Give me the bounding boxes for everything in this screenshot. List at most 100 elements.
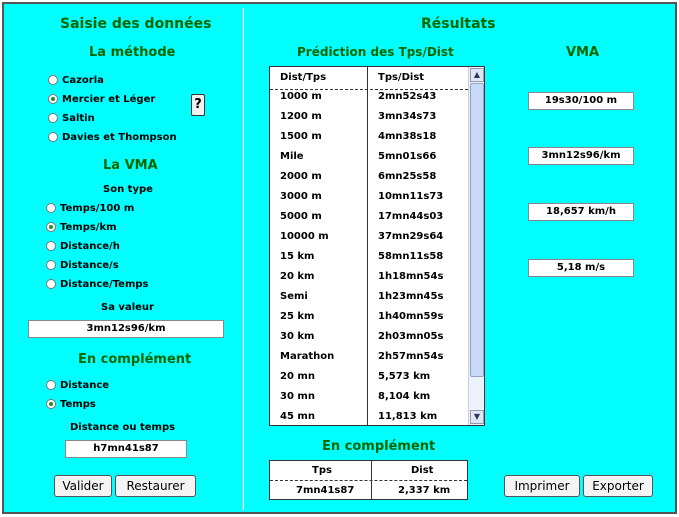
radio-icon[interactable] <box>48 75 58 85</box>
radio-label: Temps <box>60 398 96 410</box>
table-cell-tps: 1h18mn54s <box>378 271 444 282</box>
radio-label: Mercier et Léger <box>62 93 156 105</box>
radio-label: Temps/km <box>60 221 117 233</box>
comp-value-dist: 2,337 km <box>398 485 451 496</box>
table-cell-dist: 5000 m <box>280 211 322 222</box>
radio-complement-temps[interactable]: Temps <box>46 396 96 412</box>
radio-label: Temps/100 m <box>60 202 135 214</box>
radio-icon[interactable] <box>46 380 56 390</box>
row-separator <box>270 480 467 481</box>
radio-type-temps-km[interactable]: Temps/km <box>46 219 117 235</box>
vma-results-title: VMA <box>566 45 600 60</box>
table-cell-dist: Semi <box>280 291 308 302</box>
vma-result-m-s: 5,18 m/s <box>528 259 634 277</box>
table-cell-dist: 10000 m <box>280 231 329 242</box>
radio-icon[interactable] <box>46 241 56 251</box>
table-cell-tps: 2h57mn54s <box>378 351 444 362</box>
left-panel-title: Saisie des données <box>60 16 212 32</box>
radio-method-saltin[interactable]: Saltin <box>48 110 95 126</box>
vma-result-temps-100m: 19s30/100 m <box>528 92 634 110</box>
arrow-down-icon[interactable]: ▼ <box>470 410 484 424</box>
radio-type-distance-temps[interactable]: Distance/Temps <box>46 276 149 292</box>
radio-icon[interactable] <box>46 260 56 270</box>
radio-method-mercier-leger[interactable]: Mercier et Léger <box>48 91 155 107</box>
prediction-table[interactable]: 1000 m 2mn52s43 1200 m 3mn34s73 1500 m 4mn38s… <box>269 66 485 426</box>
comp-header-dist: Dist <box>411 465 434 476</box>
dist-temps-title: Distance ou temps <box>70 422 176 433</box>
radio-icon[interactable] <box>48 94 58 104</box>
radio-label: Cazorla <box>62 74 104 86</box>
valeur-title: Sa valeur <box>101 302 154 313</box>
table-cell-dist: 1500 m <box>280 131 322 142</box>
radio-label: Distance/s <box>60 259 119 271</box>
exporter-button[interactable]: Exporter <box>583 475 653 497</box>
column-separator <box>367 67 368 425</box>
radio-type-temps-100m[interactable]: Temps/100 m <box>46 200 134 216</box>
table-scrollbar[interactable]: ▲ ▼ <box>468 67 484 425</box>
comp-value-tps: 7mn41s87 <box>296 485 355 496</box>
table-cell-tps: 5mn01s66 <box>378 151 437 162</box>
radio-icon[interactable] <box>48 132 58 142</box>
complement-title: En complément <box>78 352 192 367</box>
table-cell-dist: 1000 m <box>280 91 322 102</box>
complement-table: Tps Dist 7mn41s87 2,337 km <box>269 460 468 500</box>
table-cell-tps: 11,813 km <box>378 411 438 422</box>
table-cell-dist: 20 km <box>280 271 315 282</box>
table-cell-tps: 6mn25s58 <box>378 171 437 182</box>
dist-temps-input[interactable]: h7mn41s87 <box>65 440 187 458</box>
radio-type-distance-h[interactable]: Distance/h <box>46 238 120 254</box>
imprimer-button[interactable]: Imprimer <box>504 475 580 497</box>
table-cell-dist: 25 km <box>280 311 315 322</box>
radio-icon[interactable] <box>46 279 56 289</box>
table-cell-dist: 30 km <box>280 331 315 342</box>
table-cell-tps: 4mn38s18 <box>378 131 437 142</box>
radio-label: Distance/h <box>60 240 120 252</box>
table-cell-tps: 5,573 km <box>378 371 431 382</box>
table-cell-tps: 2mn52s43 <box>378 91 437 102</box>
table-cell-dist: 3000 m <box>280 191 322 202</box>
methode-title: La méthode <box>89 45 176 60</box>
vma-title: La VMA <box>103 158 158 173</box>
col-header-tps: Tps/Dist <box>378 72 425 83</box>
table-cell-dist: Mile <box>280 151 304 162</box>
radio-type-distance-s[interactable]: Distance/s <box>46 257 119 273</box>
table-cell-dist: 20 mn <box>280 371 315 382</box>
table-cell-tps: 3mn34s73 <box>378 111 437 122</box>
radio-method-cazorla[interactable]: Cazorla <box>48 72 104 88</box>
table-cell-tps: 8,104 km <box>378 391 431 402</box>
table-cell-dist: Marathon <box>280 351 335 362</box>
radio-method-davies-thompson[interactable]: Davies et Thompson <box>48 129 177 145</box>
radio-label: Distance <box>60 379 110 391</box>
radio-label: Saltin <box>62 112 95 124</box>
table-cell-tps: 17mn44s03 <box>378 211 444 222</box>
prediction-title: Prédiction des Tps/Dist <box>297 45 454 59</box>
prediction-table-header: Dist/Tps Tps/Dist <box>270 67 468 90</box>
arrow-up-icon[interactable]: ▲ <box>470 68 484 82</box>
right-panel-title: Résultats <box>421 16 496 32</box>
help-button[interactable]: ? <box>191 94 205 116</box>
panel-divider <box>242 8 244 510</box>
table-cell-tps: 58mn11s58 <box>378 251 444 262</box>
radio-icon[interactable] <box>46 203 56 213</box>
radio-icon[interactable] <box>46 222 56 232</box>
results-complement-title: En complément <box>322 439 436 454</box>
vma-value-input[interactable]: 3mn12s96/km <box>28 320 224 338</box>
table-cell-dist: 1200 m <box>280 111 322 122</box>
scrollbar-thumb[interactable] <box>470 83 484 377</box>
table-cell-dist: 2000 m <box>280 171 322 182</box>
restaurer-button[interactable]: Restaurer <box>115 475 196 497</box>
type-title: Son type <box>103 184 153 195</box>
table-cell-tps: 1h23mn45s <box>378 291 444 302</box>
table-cell-dist: 45 mn <box>280 411 315 422</box>
radio-icon[interactable] <box>46 399 56 409</box>
radio-complement-distance[interactable]: Distance <box>46 377 109 393</box>
col-header-dist: Dist/Tps <box>280 72 327 83</box>
vma-result-temps-km: 3mn12s96/km <box>528 147 634 165</box>
valider-button[interactable]: Valider <box>54 475 112 497</box>
radio-icon[interactable] <box>48 113 58 123</box>
table-cell-dist: 15 km <box>280 251 315 262</box>
table-cell-dist: 30 mn <box>280 391 315 402</box>
table-cell-tps: 2h03mn05s <box>378 331 444 342</box>
radio-label: Davies et Thompson <box>62 131 177 143</box>
table-cell-tps: 10mn11s73 <box>378 191 444 202</box>
